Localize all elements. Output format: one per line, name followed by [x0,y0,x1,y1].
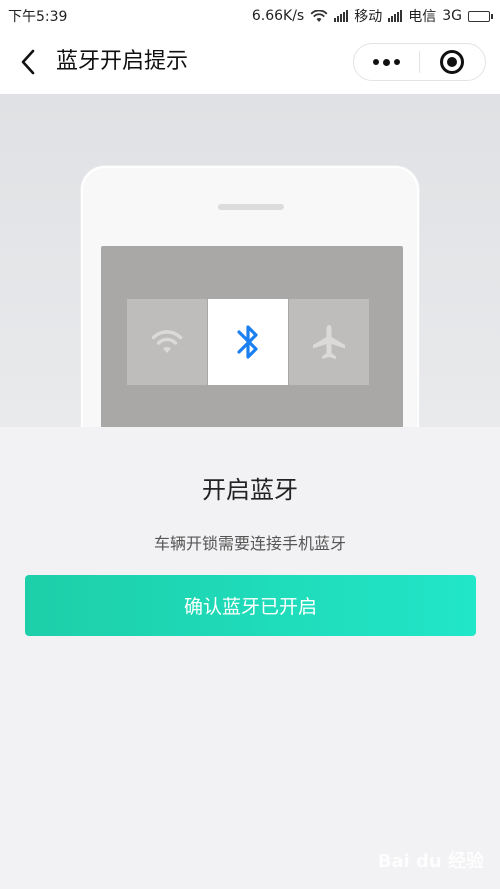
carrier-2: 电信 [408,9,437,25]
network-type: 3G [442,8,462,24]
wifi-toggle [127,299,207,385]
page-title: 蓝牙开启提示 [56,49,189,74]
more-dots-icon [394,59,400,65]
bluetooth-toggle [208,299,288,385]
section-subtitle: 车辆开锁需要连接手机蓝牙 [153,534,346,553]
signal-strength-icon [334,10,349,22]
confirm-bluetooth-button[interactable]: 确认蓝牙已开启 [25,575,476,636]
baidu-jingyan-watermark: Bai du 经验 [377,851,484,872]
status-time: 下午5:39 [8,9,68,25]
wifi-status-icon [310,9,328,22]
phone-screen [101,246,403,427]
airplane-toggle [289,299,369,385]
chevron-left-icon [21,49,35,75]
airplane-icon [313,325,345,359]
back-button[interactable] [12,46,44,78]
status-bar: 下午5:39 6.66K/s 移动 电信 3G [0,0,500,30]
more-dots-icon [383,58,390,66]
mini-program-capsule [353,43,486,81]
carrier-1: 移动 [354,9,383,25]
more-dots-icon [373,59,379,65]
phone-speaker [218,204,284,210]
close-button[interactable] [420,44,485,80]
battery-icon [468,10,493,22]
target-icon [440,50,465,74]
bluetooth-illustration [0,94,500,427]
phone-illustration [81,166,419,427]
more-button[interactable] [354,44,419,80]
section-title: 开启蓝牙 [202,476,298,504]
bluetooth-icon [237,325,258,359]
network-speed: 6.66K/s [251,8,305,24]
nav-bar: 蓝牙开启提示 [0,30,500,94]
wifi-icon [151,330,183,353]
signal-strength-icon [388,10,403,22]
status-indicators: 6.66K/s 移动 电信 3G [251,6,493,26]
